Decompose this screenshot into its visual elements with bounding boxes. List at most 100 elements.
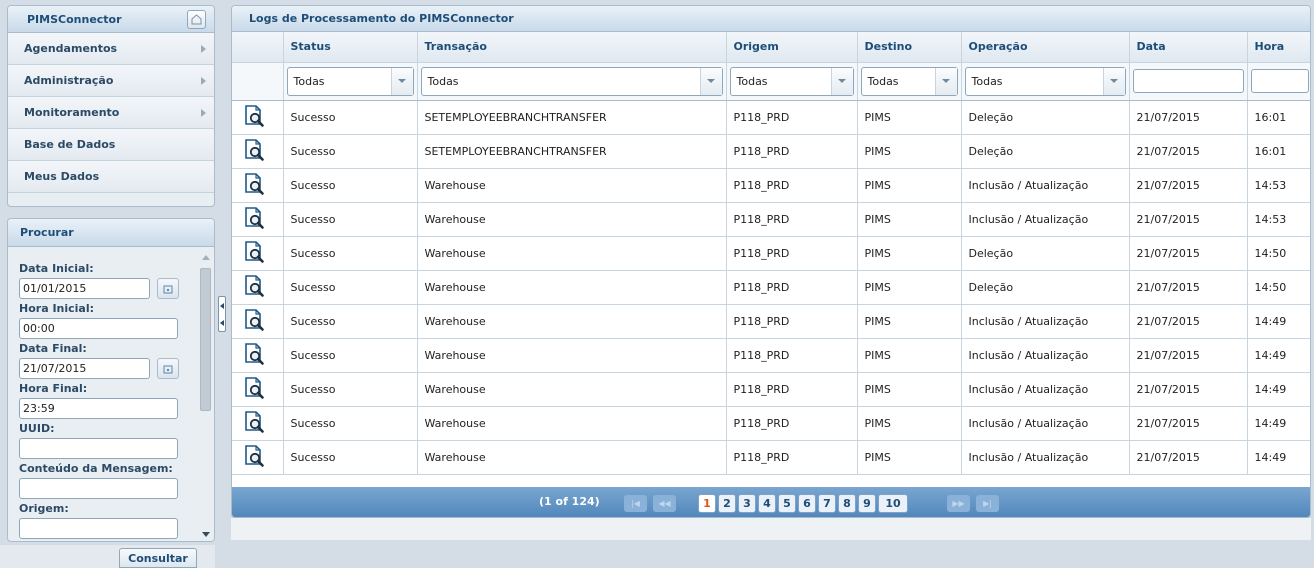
view-details-cell[interactable]: [232, 100, 284, 135]
logs-panel: Logs de Processamento do PIMSConnector S…: [231, 5, 1311, 518]
hora-filter-input[interactable]: [1250, 69, 1309, 93]
magnifier-document-icon[interactable]: [244, 342, 266, 366]
chevron-down-icon[interactable]: [934, 67, 957, 95]
column-header-operacao[interactable]: Operação: [961, 32, 1130, 63]
view-details-cell[interactable]: [232, 168, 284, 203]
magnifier-document-icon[interactable]: [244, 376, 266, 400]
consultar-button[interactable]: Consultar: [119, 548, 197, 568]
data-inicial-input[interactable]: 01/01/2015: [19, 278, 150, 299]
nav-item-base-de-dados[interactable]: Base de Dados: [8, 129, 214, 161]
table-row[interactable]: Sucesso Warehouse P118_PRD PIMS Inclusão / A…: [232, 304, 1310, 339]
uuid-input[interactable]: [19, 438, 178, 459]
magnifier-document-icon[interactable]: [244, 444, 266, 468]
table-row[interactable]: Sucesso Warehouse P118_PRD PIMS Inclusão / A…: [232, 406, 1310, 441]
table-row[interactable]: Sucesso Warehouse P118_PRD PIMS Inclusão / A…: [232, 202, 1310, 237]
table-row[interactable]: Sucesso SETEMPLOYEEBRANCHTRANSFER P118_PRD…: [232, 100, 1310, 135]
magnifier-document-icon[interactable]: [244, 138, 266, 162]
scroll-up-arrow-icon[interactable]: [202, 255, 210, 260]
chevron-down-icon[interactable]: [390, 67, 413, 95]
data-filter-input[interactable]: [1132, 69, 1244, 93]
magnifier-document-icon[interactable]: [244, 172, 266, 196]
column-header-transacao[interactable]: Transação: [417, 32, 727, 63]
table-row[interactable]: Sucesso Warehouse P118_PRD PIMS Inclusão / A…: [232, 440, 1310, 475]
nav-item-agendamentos[interactable]: Agendamentos: [8, 33, 214, 65]
chevron-down-icon[interactable]: [1102, 67, 1125, 95]
view-details-cell[interactable]: [232, 270, 284, 305]
nav-item-monitoramento[interactable]: Monitoramento: [8, 97, 214, 129]
collapse-toggle-button[interactable]: [218, 296, 226, 332]
nav-item-administra-o[interactable]: Administração: [8, 65, 214, 97]
column-header-origem[interactable]: Origem: [726, 32, 858, 63]
scroll-thumb[interactable]: [200, 268, 211, 411]
magnifier-document-icon[interactable]: [244, 308, 266, 332]
column-header-data[interactable]: Data: [1129, 32, 1248, 63]
view-details-cell[interactable]: [232, 372, 284, 407]
view-details-cell[interactable]: [232, 236, 284, 271]
page-button-2[interactable]: 2: [718, 494, 736, 513]
column-header-status[interactable]: Status: [283, 32, 418, 63]
cell-origem: P118_PRD: [726, 270, 858, 305]
hora-inicial-input[interactable]: 00:00: [19, 318, 178, 339]
table-row[interactable]: Sucesso Warehouse P118_PRD PIMS Inclusão / A…: [232, 338, 1310, 373]
table-row[interactable]: Sucesso SETEMPLOYEEBRANCHTRANSFER P118_PRD…: [232, 134, 1310, 169]
logs-title: Logs de Processamento do PIMSConnector: [232, 6, 1310, 32]
hora-final-input[interactable]: 23:59: [19, 398, 178, 419]
magnifier-document-icon[interactable]: [244, 410, 266, 434]
logs-table: Status Transação Origem Destino Operação…: [232, 32, 1310, 475]
page-button-8[interactable]: 8: [838, 494, 856, 513]
page-button-5[interactable]: 5: [778, 494, 796, 513]
cell-data: 21/07/2015: [1129, 304, 1248, 339]
data-final-calendar-button[interactable]: [157, 358, 179, 379]
page-button-3[interactable]: 3: [738, 494, 756, 513]
chevron-down-icon[interactable]: [830, 67, 853, 95]
page-button-7[interactable]: 7: [818, 494, 836, 513]
cell-hora: 16:01: [1247, 134, 1310, 169]
data-inicial-calendar-button[interactable]: [157, 278, 179, 299]
hora-inicial-label: Hora Inicial:: [19, 302, 95, 315]
transacao-filter-select[interactable]: Todas: [420, 66, 723, 96]
conteudo-input[interactable]: [19, 478, 178, 499]
page-button-9[interactable]: 9: [858, 494, 876, 513]
table-row[interactable]: Sucesso Warehouse P118_PRD PIMS Inclusão / A…: [232, 168, 1310, 203]
table-row[interactable]: Sucesso Warehouse P118_PRD PIMS Deleção 21/07…: [232, 236, 1310, 271]
first-page-button[interactable]: |◀: [624, 495, 647, 512]
page-button-10[interactable]: 10: [878, 494, 908, 513]
chevron-down-icon[interactable]: [699, 67, 722, 95]
magnifier-document-icon[interactable]: [244, 104, 266, 128]
cell-destino: PIMS: [857, 372, 962, 407]
cell-origem: P118_PRD: [726, 100, 858, 135]
search-scrollbar[interactable]: [197, 249, 214, 541]
destino-filter-select[interactable]: Todas: [860, 66, 958, 96]
view-details-cell[interactable]: [232, 304, 284, 339]
cell-origem: P118_PRD: [726, 168, 858, 203]
home-button[interactable]: [187, 10, 206, 29]
view-details-cell[interactable]: [232, 202, 284, 237]
transacao-filter-value: Todas: [427, 74, 459, 88]
column-header-destino[interactable]: Destino: [857, 32, 962, 63]
magnifier-document-icon[interactable]: [244, 206, 266, 230]
page-button-1[interactable]: 1: [698, 494, 716, 513]
last-page-button[interactable]: ▶|: [976, 495, 999, 512]
view-details-cell[interactable]: [232, 440, 284, 475]
origem-filter-select[interactable]: Todas: [729, 66, 854, 96]
data-final-input[interactable]: 21/07/2015: [19, 358, 150, 379]
view-details-cell[interactable]: [232, 406, 284, 441]
page-button-6[interactable]: 6: [798, 494, 816, 513]
status-filter-select[interactable]: Todas: [286, 66, 414, 96]
operacao-filter-select[interactable]: Todas: [964, 66, 1126, 96]
magnifier-document-icon[interactable]: [244, 274, 266, 298]
cell-origem: P118_PRD: [726, 372, 858, 407]
scroll-down-arrow-icon[interactable]: [202, 532, 210, 537]
view-details-cell[interactable]: [232, 134, 284, 169]
table-row[interactable]: Sucesso Warehouse P118_PRD PIMS Deleção 21/07…: [232, 270, 1310, 305]
previous-page-button[interactable]: ◀◀: [653, 495, 676, 512]
view-details-cell[interactable]: [232, 338, 284, 373]
column-header-hora[interactable]: Hora: [1247, 32, 1310, 63]
nav-item-meus-dados[interactable]: Meus Dados: [8, 161, 214, 193]
magnifier-document-icon[interactable]: [244, 240, 266, 264]
next-page-button[interactable]: ▶▶: [947, 495, 970, 512]
table-row[interactable]: Sucesso Warehouse P118_PRD PIMS Inclusão / A…: [232, 372, 1310, 407]
origem-input[interactable]: [19, 518, 178, 539]
cell-destino: PIMS: [857, 338, 962, 373]
page-button-4[interactable]: 4: [758, 494, 776, 513]
